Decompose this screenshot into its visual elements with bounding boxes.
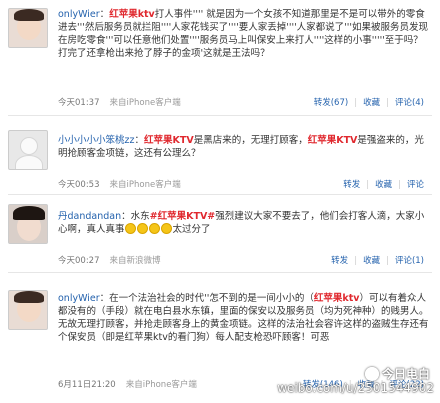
post-text: onlyWier：在一个法治社会的时代''怎不到的是一间小小的（红苹果ktv）可… (58, 292, 430, 344)
post-meta: 今天00:27 来自新浪微博 转发 | 收藏 | 评论(1) (58, 254, 430, 268)
divider (8, 194, 432, 195)
topic-highlight[interactable]: 红苹果KTV (308, 135, 358, 146)
favorite-link[interactable]: 收藏 (363, 98, 380, 108)
username-link[interactable]: onlyWier (58, 9, 100, 20)
post-actions: 转发 | 收藏 | 评论 (343, 180, 424, 190)
post-text-prefix: ：水东 (121, 211, 150, 222)
post-source: 来自iPhone客户端 (109, 180, 181, 190)
comment-link[interactable]: 评论(4) (395, 98, 424, 108)
post-text: 丹dandandan：水东#红苹果KTV#强烈建议大家不要去了，他们会打客人滴，… (58, 210, 430, 236)
watermark-brand: 今日电白 (364, 365, 430, 382)
favorite-link[interactable]: 收藏 (363, 256, 380, 266)
post-text-mid: 是黑店来的，无理打顾客， (193, 135, 308, 146)
emoji-icon (148, 223, 160, 234)
post-text-prefix: ： (99, 9, 110, 20)
username-link[interactable]: 丹dandandan (58, 211, 121, 222)
emoji-icon (124, 223, 136, 234)
forward-link[interactable]: 转发(67) (314, 98, 348, 108)
post-time[interactable]: 今天00:53 (58, 180, 100, 190)
divider (8, 115, 432, 116)
avatar[interactable] (8, 8, 48, 48)
post-text-prefix: ： (134, 135, 144, 146)
divider (8, 272, 432, 273)
topic-highlight[interactable]: 红苹果ktv (109, 9, 155, 20)
post-text: 小小小小小笨桃zz：红苹果KTV是黑店来的，无理打顾客，红苹果KTV是强盗来的，… (58, 134, 430, 160)
username-link[interactable]: 小小小小小笨桃zz (58, 135, 134, 146)
avatar[interactable] (8, 204, 48, 244)
avatar[interactable] (8, 130, 48, 170)
post-actions: 转发(67) | 收藏 | 评论(4) (313, 98, 424, 108)
avatar[interactable] (8, 290, 48, 330)
brand-logo-icon (364, 367, 379, 381)
topic-highlight[interactable]: #红苹果KTV# (150, 211, 216, 222)
weibo-post: onlyWier：红苹果ktv打人事件'''' 就是因为一个女孩不知道那里是不是… (0, 6, 440, 108)
forward-link[interactable]: 转发 (331, 256, 348, 266)
watermark-brand-text: 今日电白 (381, 367, 430, 381)
post-source: 来自iPhone客户端 (125, 380, 197, 390)
weibo-post: 丹dandandan：水东#红苹果KTV#强烈建议大家不要去了，他们会打客人滴，… (0, 198, 440, 268)
post-time[interactable]: 今天01:37 (58, 98, 100, 108)
post-source: 来自iPhone客户端 (109, 98, 181, 108)
post-source: 来自新浪微博 (109, 256, 161, 266)
watermark-url: weibo.com/u/2501544902 (277, 381, 434, 395)
emoji-icon (136, 223, 148, 234)
comment-link[interactable]: 评论 (407, 180, 424, 190)
post-time[interactable]: 6月11日21:20 (58, 380, 116, 390)
weibo-post: 小小小小小笨桃zz：红苹果KTV是黑店来的，无理打顾客，红苹果KTV是强盗来的，… (0, 122, 440, 192)
post-time[interactable]: 今天00:27 (58, 256, 100, 266)
post-text-tail: 太过分了 (172, 224, 211, 235)
topic-highlight[interactable]: 红苹果KTV (144, 135, 194, 146)
favorite-link[interactable]: 收藏 (375, 180, 392, 190)
post-text: onlyWier：红苹果ktv打人事件'''' 就是因为一个女孩不知道那里是不是… (58, 8, 430, 60)
username-link[interactable]: onlyWier (58, 293, 100, 304)
post-meta: 今天00:53 来自iPhone客户端 转发 | 收藏 | 评论 (58, 178, 430, 192)
forward-link[interactable]: 转发 (343, 180, 360, 190)
topic-highlight[interactable]: 红苹果ktv (314, 293, 360, 304)
post-text-prefix: ：在一个法治社会的时代''怎不到的是一间小小的（ (99, 293, 314, 304)
post-actions: 转发 | 收藏 | 评论(1) (331, 256, 424, 266)
post-meta: 今天01:37 来自iPhone客户端 转发(67) | 收藏 | 评论(4) (58, 96, 430, 110)
comment-link[interactable]: 评论(1) (395, 256, 424, 266)
emoji-icon (160, 223, 172, 234)
